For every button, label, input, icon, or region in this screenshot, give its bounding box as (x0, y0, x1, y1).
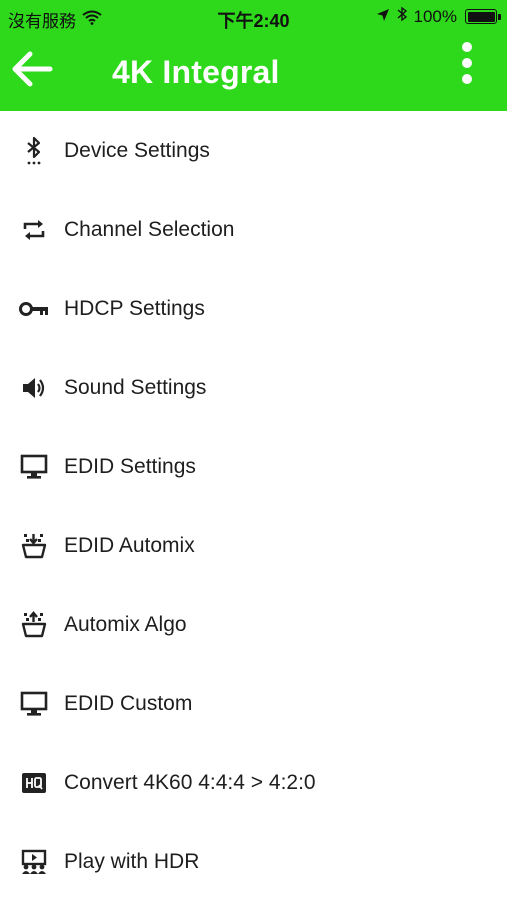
list-item-edid-custom[interactable]: EDID Custom (0, 664, 507, 743)
list-item-hdcp-settings[interactable]: HDCP Settings (0, 269, 507, 348)
bowl-up-icon (16, 610, 52, 640)
bluetooth-status-icon (396, 6, 408, 27)
overflow-menu-button[interactable] (457, 42, 477, 88)
monitor-icon (16, 689, 52, 719)
list-item-automix-algo[interactable]: Automix Algo (0, 585, 507, 664)
list-item-label: HDCP Settings (64, 296, 205, 320)
list-item-play-with-hdr[interactable]: Play with HDR (0, 822, 507, 901)
list-item-sound-settings[interactable]: Sound Settings (0, 348, 507, 427)
repeat-icon (16, 215, 52, 245)
back-arrow-icon (12, 51, 53, 87)
list-item-label: Play with HDR (64, 849, 200, 873)
list-item-convert-4k60[interactable]: Convert 4K60 4:4:4 > 4:2:0 (0, 743, 507, 822)
menu-dot (462, 74, 472, 84)
list-item-label: Convert 4K60 4:4:4 > 4:2:0 (64, 770, 316, 794)
list-item-label: Sound Settings (64, 375, 207, 399)
list-item-device-settings[interactable]: Device Settings (0, 111, 507, 190)
settings-list: Device Settings Channel Selection HDCP S… (0, 111, 507, 901)
list-item-label: Automix Algo (64, 612, 187, 636)
list-item-channel-selection[interactable]: Channel Selection (0, 190, 507, 269)
list-item-label: EDID Settings (64, 454, 196, 478)
monitor-icon (16, 452, 52, 482)
page-title: 4K Integral (112, 54, 280, 90)
theater-icon (16, 847, 52, 877)
key-icon (16, 294, 52, 324)
menu-dot (462, 58, 472, 68)
location-arrow-icon (376, 7, 390, 27)
bowl-down-icon (16, 531, 52, 561)
bluetooth-icon (16, 136, 52, 166)
back-arrow-button[interactable] (10, 46, 56, 92)
list-item-label: Device Settings (64, 138, 210, 162)
list-item-edid-automix[interactable]: EDID Automix (0, 506, 507, 585)
list-item-edid-settings[interactable]: EDID Settings (0, 427, 507, 506)
battery-percent: 100% (413, 6, 457, 26)
list-item-label: Channel Selection (64, 217, 235, 241)
app-header: 沒有服務 下午2:40 100% 4K Integral (0, 0, 507, 111)
battery-icon (465, 9, 501, 24)
speaker-icon (16, 373, 52, 403)
list-item-label: EDID Automix (64, 533, 195, 557)
status-right: 100% (376, 6, 501, 27)
hq-icon (16, 768, 52, 798)
list-item-label: EDID Custom (64, 691, 193, 715)
status-bar: 沒有服務 下午2:40 100% (0, 0, 507, 34)
menu-dot (462, 42, 472, 52)
